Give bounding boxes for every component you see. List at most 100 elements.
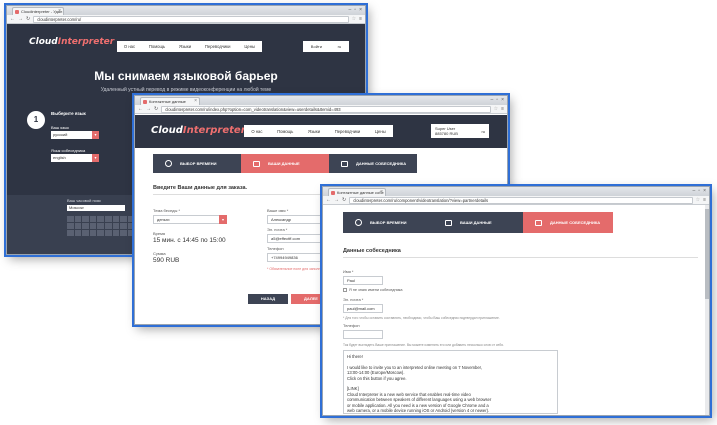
close-tab-icon[interactable]: ×	[58, 8, 61, 15]
clock-icon	[165, 160, 172, 167]
partner-language-label: Язык собеседника	[51, 148, 86, 153]
topic-select[interactable]: деньги ▾	[153, 215, 227, 224]
chevron-down-icon: ▾	[92, 154, 99, 162]
logo-part-2: Interpreter	[57, 37, 115, 47]
partner-name-input[interactable]: Paul	[343, 276, 383, 285]
reload-icon[interactable]: ↻	[342, 197, 346, 203]
partner-email-input[interactable]: paul@mail.com	[343, 304, 383, 313]
maximize-icon[interactable]: ▫	[496, 97, 498, 103]
no-name-checkbox[interactable]	[343, 288, 347, 292]
your-language-select[interactable]: русский ▾	[51, 131, 99, 139]
back-arrow-icon[interactable]: ←	[10, 16, 15, 22]
user-balance: 885780 RUB	[435, 131, 458, 136]
partner-phone-input[interactable]	[343, 330, 383, 339]
phone-label: Телефон	[267, 246, 284, 251]
forward-arrow-icon[interactable]: →	[334, 197, 339, 203]
step-time[interactable]: ВЫБОР ВРЕМЕНИ	[343, 212, 433, 233]
timezone-select[interactable]: Moscow	[67, 205, 125, 211]
user-box[interactable]: Super User 885780 RUB ru	[431, 124, 489, 138]
site-logo[interactable]: CloudInterpreter	[29, 37, 114, 47]
main-nav: О нас Помощь Языки Переводчики Цены	[117, 41, 262, 52]
step-your-data[interactable]: ВАШИ ДАННЫЕ	[241, 154, 329, 173]
partner-language-select[interactable]: english ▾	[51, 154, 99, 162]
page-scrollbar[interactable]	[705, 205, 709, 415]
your-language-value: русский	[53, 132, 68, 137]
close-window-icon[interactable]: ×	[703, 188, 706, 194]
id-card-icon	[341, 160, 348, 167]
back-arrow-icon[interactable]: ←	[138, 106, 143, 112]
url-field[interactable]: cloudinterpreter.com/ru/component/videot…	[349, 196, 693, 204]
language-switch[interactable]: ru	[481, 129, 485, 134]
bookmark-star-icon[interactable]: ☆	[696, 197, 700, 203]
url-field[interactable]: cloudinterpreter.com/ru/index.php?option…	[161, 105, 491, 113]
partner-name-label: Имя *	[343, 269, 354, 274]
close-tab-icon[interactable]: ×	[380, 189, 383, 196]
minimize-icon[interactable]: –	[491, 97, 494, 103]
browser-tab[interactable]: Cloudinterpreter - Удал ×	[12, 7, 64, 15]
sum-value: 590 RUB	[153, 257, 180, 264]
favicon-icon	[331, 191, 335, 195]
nav-item-interpreters[interactable]: Переводчики	[205, 44, 231, 49]
logo-part-1: Cloud	[151, 125, 183, 136]
id-card-icon	[445, 219, 452, 226]
browser-tab[interactable]: Контактные данные собе ×	[328, 188, 386, 196]
nav-item-languages[interactable]: Языки	[308, 129, 320, 134]
back-arrow-icon[interactable]: ←	[326, 197, 331, 203]
browser-tab[interactable]: Контактные данные ×	[140, 97, 200, 105]
nav-item-help[interactable]: Помощь	[277, 129, 293, 134]
partner-language-value: english	[53, 155, 66, 160]
email-input[interactable]: a5@effectff.com	[267, 234, 329, 243]
forward-arrow-icon[interactable]: →	[146, 106, 151, 112]
nav-item-prices[interactable]: Цены	[375, 129, 386, 134]
browser-menu-icon[interactable]: ≡	[501, 106, 504, 112]
bookmark-star-icon[interactable]: ☆	[494, 106, 498, 112]
tab-title: Контактные данные	[149, 99, 186, 104]
tab-strip: Контактные данные × – ▫ ×	[135, 96, 507, 105]
login-link[interactable]: Войти	[311, 44, 322, 49]
nav-item-about[interactable]: О нас	[251, 129, 262, 134]
language-switch[interactable]: ru	[338, 44, 342, 49]
phone-input[interactable]: +74994949836	[267, 253, 329, 262]
nav-item-languages[interactable]: Языки	[179, 44, 191, 49]
address-bar: ← → ↻ cloudinterpreter.com/ru/index.php?…	[135, 105, 507, 114]
sum-label: Сумма	[153, 251, 166, 256]
close-tab-icon[interactable]: ×	[194, 98, 197, 105]
step-partner-data[interactable]: ДАННЫЕ СОБЕСЕДНИКА	[329, 154, 417, 173]
user-info: Super User 885780 RUB	[435, 126, 458, 136]
close-window-icon[interactable]: ×	[501, 97, 504, 103]
step-your-data[interactable]: ВАШИ ДАННЫЕ	[433, 212, 523, 233]
step-time[interactable]: ВЫБОР ВРЕМЕНИ	[153, 154, 241, 173]
site-logo[interactable]: CloudInterpreter	[151, 125, 246, 136]
url-field[interactable]: cloudinterpreter.com/ru/	[33, 15, 349, 23]
topic-value: деньги	[157, 217, 170, 222]
browser-menu-icon[interactable]: ≡	[703, 197, 706, 203]
id-card-icon	[535, 219, 542, 226]
required-note: * Обязательное поле для заполнения	[267, 267, 329, 271]
maximize-icon[interactable]: ▫	[698, 188, 700, 194]
bookmark-star-icon[interactable]: ☆	[352, 16, 356, 22]
reload-icon[interactable]: ↻	[26, 16, 30, 22]
browser-menu-icon[interactable]: ≡	[359, 16, 362, 22]
step-partner-data[interactable]: ДАННЫЕ СОБЕСЕДНИКА	[523, 212, 613, 233]
tab-title: Cloudinterpreter - Удал	[21, 9, 63, 14]
choose-language-heading: Выберите язык	[51, 111, 86, 116]
reload-icon[interactable]: ↻	[154, 106, 158, 112]
scrollbar-thumb[interactable]	[705, 209, 709, 299]
forward-arrow-icon[interactable]: →	[18, 16, 23, 22]
maximize-icon[interactable]: ▫	[354, 7, 356, 13]
nav-item-about[interactable]: О нас	[124, 44, 135, 49]
your-language-label: Ваш язык	[51, 125, 69, 130]
time-label: Время	[153, 231, 166, 236]
nav-item-prices[interactable]: Цены	[244, 44, 255, 49]
close-window-icon[interactable]: ×	[359, 7, 362, 13]
nav-item-interpreters[interactable]: Переводчики	[335, 129, 361, 134]
invitation-textarea[interactable]: Hi there! I would like to invite you to …	[343, 350, 558, 414]
divider	[343, 257, 698, 258]
minimize-icon[interactable]: –	[693, 188, 696, 194]
nav-item-help[interactable]: Помощь	[149, 44, 165, 49]
name-input[interactable]: Александр	[267, 215, 329, 224]
browser-window-partner-details: Контактные данные собе × – ▫ × ← → ↻ clo…	[322, 186, 710, 416]
letter-line: web camera, or a mobile device running i…	[347, 408, 490, 413]
minimize-icon[interactable]: –	[349, 7, 352, 13]
back-button[interactable]: НАЗАД	[248, 294, 288, 304]
